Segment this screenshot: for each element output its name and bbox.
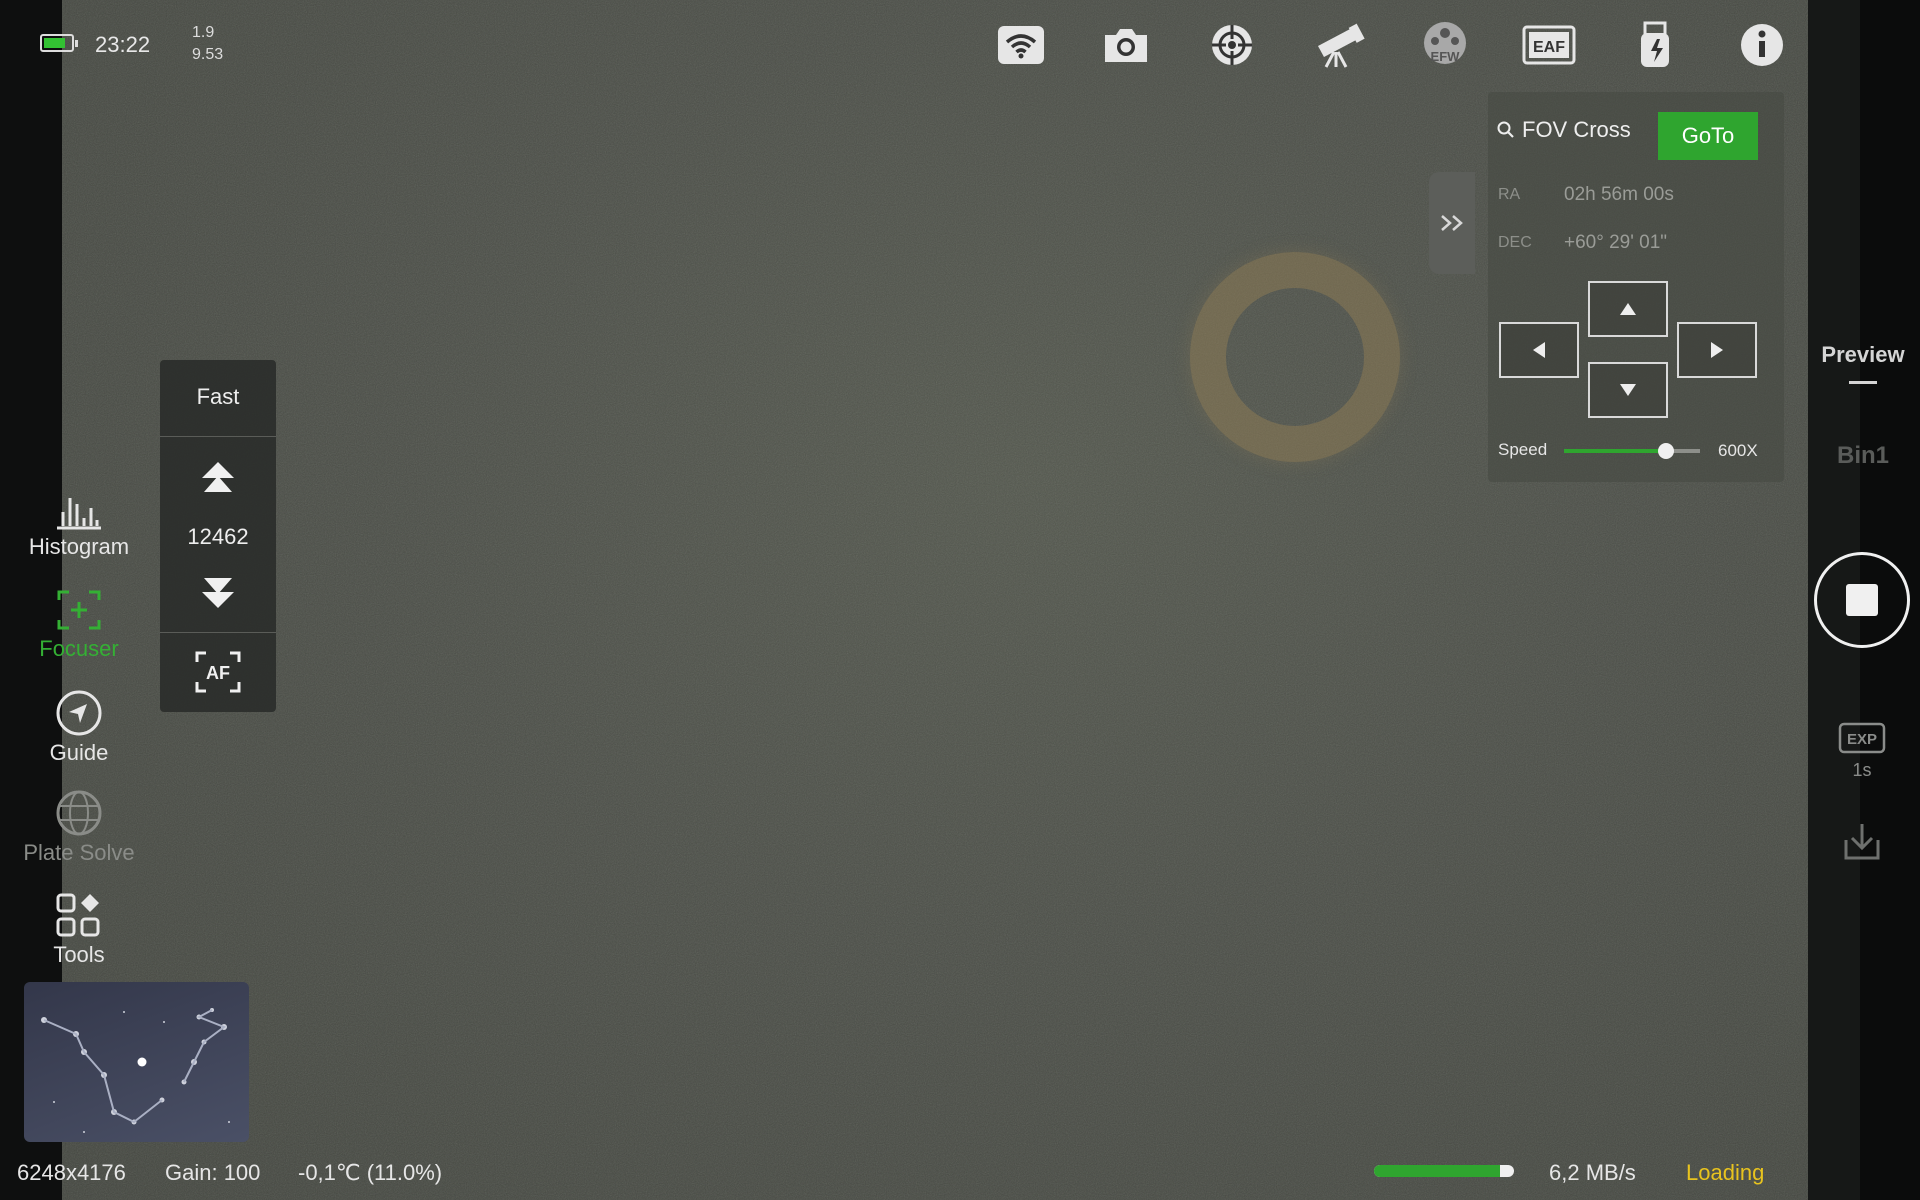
status-value-bottom: 9.53 [192,46,224,63]
divider [160,632,276,633]
move-north-button[interactable] [1588,281,1668,337]
svg-text:EXP: EXP [1847,731,1877,748]
status-value-top: 1.9 [192,24,215,41]
divider [160,436,276,437]
binning-button[interactable]: Bin1 [1818,442,1908,470]
crosshair-icon[interactable] [1205,20,1259,70]
double-chevron-up-icon [202,462,234,492]
clock: 23:22 [95,32,151,57]
stop-icon [1846,584,1878,616]
goto-button[interactable]: GoTo [1658,112,1758,160]
tool-label: Focuser [39,636,119,661]
move-west-button[interactable] [1499,322,1579,378]
tool-label: Histogram [28,534,130,559]
svg-text:AF: AF [206,663,230,683]
dec-value: +60° 29' 01" [1564,232,1668,253]
tool-label: Tools [53,942,105,967]
battery-icon [40,34,78,52]
double-chevron-right-icon [1441,215,1463,231]
efw-icon[interactable]: EFW [1418,20,1472,70]
stop-capture-button[interactable] [1814,552,1910,648]
tool-tools[interactable]: Tools [14,892,144,968]
arrow-up-icon [1620,303,1636,315]
tool-plate-solve[interactable]: Plate Solve [14,790,144,866]
svg-text:EAF: EAF [1533,39,1565,56]
eaf-icon[interactable]: EAF [1522,20,1576,70]
autofocus-button[interactable]: AF [194,650,242,694]
focuser-panel: Fast 12462 AF [160,360,276,712]
focuser-position: 12462 [187,524,249,549]
histogram-icon [57,498,101,530]
download-icon [1844,824,1880,860]
tab-preview[interactable]: Preview [1818,342,1908,368]
target-name: FOV Cross [1522,117,1631,142]
tool-label: Plate Solve [23,840,135,865]
speed-value: 600X [1718,441,1758,460]
preview-underline [1849,381,1877,384]
move-south-button[interactable] [1588,362,1668,418]
speed-slider[interactable] [1564,443,1700,459]
save-button[interactable] [1840,820,1884,864]
telescope-icon[interactable] [1312,20,1366,70]
guide-icon [56,690,102,736]
download-progress-fill [1374,1165,1500,1177]
wifi-icon[interactable] [994,20,1048,70]
tool-histogram[interactable]: Histogram [14,488,144,560]
camera-icon[interactable] [1099,20,1153,70]
dec-label: DEC [1498,234,1532,251]
tool-guide[interactable]: Guide [14,690,144,766]
sensor-temperature: -0,1℃ (11.0%) [298,1160,443,1185]
tools-icon [56,893,100,937]
plate-solve-icon [56,790,102,836]
focuser-icon [57,590,101,630]
exp-icon: EXP [1838,722,1886,754]
move-east-button[interactable] [1677,322,1757,378]
arrow-right-icon [1711,342,1723,358]
speed-label: Speed [1498,440,1548,459]
usb-power-icon[interactable] [1628,20,1682,70]
arrow-down-icon [1620,384,1636,396]
transfer-rate: 6,2 MB/s [1549,1160,1636,1185]
autofocus-icon: AF [195,651,241,693]
ra-label: RA [1498,186,1521,203]
defocused-star [1190,252,1400,462]
speed-slider-fill [1564,449,1666,453]
speed-slider-knob[interactable] [1658,443,1674,459]
exposure-button[interactable]: EXP 1s [1838,720,1886,784]
info-icon[interactable] [1735,20,1789,70]
sky-map-thumbnail[interactable] [24,982,249,1142]
mount-control-panel: FOV Cross GoTo RA 02h 56m 00s DEC +60° 2… [1488,92,1784,482]
tool-focuser[interactable]: Focuser [14,588,144,662]
loading-status: Loading [1686,1160,1765,1185]
double-chevron-down-icon [202,578,234,608]
focus-in-button[interactable] [198,574,238,612]
target-search[interactable]: FOV Cross [1496,114,1656,146]
exposure-value: 1s [1852,760,1872,780]
gain-value: Gain: 100 [165,1160,261,1185]
download-progress-bar [1374,1165,1514,1177]
ra-value: 02h 56m 00s [1564,184,1674,205]
svg-text:EFW: EFW [1431,49,1461,64]
tool-label: Guide [49,740,109,765]
focus-out-button[interactable] [198,460,238,498]
constellation-graphic [41,1008,230,1133]
collapse-panel-button[interactable] [1429,172,1475,274]
search-icon [1497,121,1514,138]
arrow-left-icon [1533,342,1545,358]
image-resolution: 6248x4176 [17,1160,126,1185]
battery-fill [44,38,65,48]
focuser-speed-mode[interactable]: Fast [160,384,276,410]
